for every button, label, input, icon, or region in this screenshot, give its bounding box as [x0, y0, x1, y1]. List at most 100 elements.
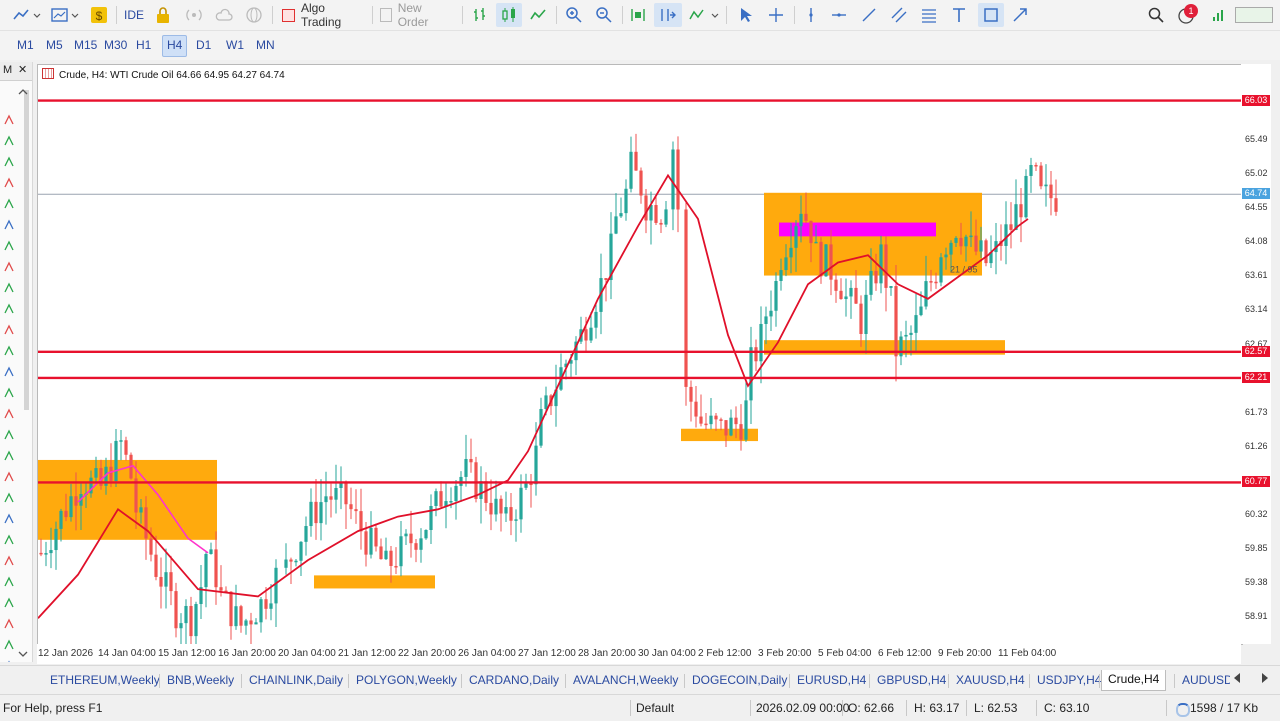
candle-body [914, 315, 918, 333]
candle-body [39, 552, 43, 555]
price-tick: 63.61 [1245, 270, 1268, 281]
candle-body [249, 620, 253, 625]
candle-body [69, 496, 73, 518]
candle-body [1054, 198, 1058, 212]
price-tick: 61.26 [1245, 440, 1268, 451]
algo-trading-button[interactable]: Algo Trading [278, 1, 368, 29]
candle-body [214, 549, 218, 588]
text-tool-button[interactable] [948, 3, 970, 27]
chart-tab[interactable]: EURUSD,H4 [797, 670, 866, 690]
indicators-dropdown[interactable] [686, 3, 722, 27]
chart-area[interactable]: 21 / 95 [37, 64, 1243, 645]
price-axis[interactable]: 65.49 65.02 64.55 64.08 63.61 63.14 62.67 61.73… [1241, 64, 1271, 644]
vps-button[interactable] [212, 3, 236, 27]
tabs-scroll-right-icon[interactable] [1260, 672, 1270, 687]
strategy-tester-button[interactable] [152, 3, 174, 27]
candle-body [799, 213, 803, 227]
channel-button[interactable] [888, 3, 910, 27]
price-tick: 64.55 [1245, 202, 1268, 213]
zoom-out-icon [596, 7, 612, 23]
chart-tab[interactable]: AVALANCH,Weekly [573, 670, 678, 690]
chart-tab[interactable]: Crude,H4 [1101, 670, 1167, 691]
bar-chart-button[interactable] [468, 3, 492, 27]
chart-tab[interactable]: CARDANO,Daily [469, 670, 559, 690]
timeframe-d1[interactable]: D1 [192, 35, 215, 55]
timeframe-m1[interactable]: M1 [13, 35, 38, 55]
chart-tab[interactable]: BNB,Weekly [167, 670, 234, 690]
candle-body [829, 244, 833, 280]
crosshair-button[interactable] [764, 3, 788, 27]
candle-body [229, 591, 233, 627]
candlestick-button[interactable] [496, 3, 522, 27]
navigator-header: M ✕ [0, 62, 32, 81]
tile-windows-button[interactable] [626, 3, 650, 27]
timeframe-m30[interactable]: M30 [100, 35, 131, 55]
templates-dropdown[interactable] [48, 3, 82, 27]
shapes-button[interactable] [978, 3, 1004, 27]
cursor-button[interactable] [734, 3, 758, 27]
tabs-scroll-left-icon[interactable] [1232, 672, 1242, 687]
chart-tab[interactable]: XAUUSD,H4 [956, 670, 1025, 690]
auto-scroll-button[interactable] [654, 3, 682, 27]
search-button[interactable] [1144, 3, 1168, 27]
time-axis[interactable]: 12 Jan 2026 14 Jan 04:00 15 Jan 12:00 16 Ja… [37, 644, 1241, 664]
candle-body [639, 170, 643, 196]
timeframe-m15[interactable]: M15 [70, 35, 101, 55]
notifications-button[interactable]: 1 [1174, 3, 1200, 27]
price-chart[interactable]: 21 / 95 [38, 65, 1242, 644]
candle-body [984, 240, 988, 264]
chart-tab[interactable]: USDJPY,H4 [1037, 670, 1101, 690]
candle-body [369, 527, 373, 555]
candle-body [724, 420, 728, 436]
candle-body [309, 501, 313, 527]
candle-body [619, 213, 623, 217]
arrows-button[interactable] [1008, 3, 1032, 27]
chart-tab[interactable]: POLYGON,Weekly [356, 670, 457, 690]
text-icon [953, 8, 965, 22]
timeframe-h4[interactable]: H4 [162, 35, 188, 57]
candle-body [144, 507, 148, 539]
market-button[interactable] [242, 3, 266, 27]
candle-body [499, 498, 503, 514]
account-balance-bar[interactable] [1234, 3, 1274, 27]
timeframe-w1[interactable]: W1 [222, 35, 248, 55]
fibonacci-button[interactable] [918, 3, 940, 27]
candle-body [259, 599, 263, 623]
signals-button[interactable] [182, 3, 206, 27]
new-order-button[interactable]: New Order [376, 1, 454, 29]
arrow-icon [1013, 8, 1027, 22]
navigator-scroll-up-icon[interactable] [18, 86, 28, 96]
cursor-readout: 21 / 95 [950, 265, 978, 275]
vertical-line-button[interactable] [800, 3, 822, 27]
trendline-button[interactable] [858, 3, 880, 27]
order-icon [380, 8, 392, 22]
market-watch-button[interactable]: $ [88, 3, 110, 27]
chart-tab[interactable]: DOGECOIN,Daily [692, 670, 787, 690]
chart-tab[interactable]: CHAINLINK,Daily [249, 670, 343, 690]
timeframe-m5[interactable]: M5 [42, 35, 67, 55]
navigator-item-icon [4, 555, 14, 566]
chart-type-dropdown[interactable] [10, 3, 44, 27]
navigator-scroll-down-icon[interactable] [18, 648, 28, 658]
notification-badge: 1 [1184, 4, 1198, 18]
candle-body [794, 226, 798, 248]
candle-body [384, 550, 388, 560]
chart-tab[interactable]: AUDUSD,H [1182, 670, 1230, 690]
time-tick: 6 Feb 12:00 [878, 648, 932, 659]
chart-tab[interactable]: ETHEREUM,Weekly [50, 670, 160, 690]
horizontal-line-button[interactable] [828, 3, 850, 27]
navigator-close-icon[interactable]: ✕ [18, 63, 27, 76]
ide-button[interactable]: IDE [120, 3, 148, 27]
line-chart-button[interactable] [526, 3, 550, 27]
connection-status[interactable] [1208, 3, 1230, 27]
candle-body [894, 286, 898, 357]
stop-icon [282, 8, 295, 22]
timeframe-mn[interactable]: MN [252, 35, 279, 55]
status-profile[interactable]: Default [636, 701, 674, 715]
zoom-in-button[interactable] [562, 3, 586, 27]
chart-tab[interactable]: GBPUSD,H4 [877, 670, 946, 690]
timeframe-h1[interactable]: H1 [132, 35, 155, 55]
zoom-out-button[interactable] [592, 3, 616, 27]
candle-body [634, 151, 638, 171]
time-tick: 12 Jan 2026 [38, 648, 94, 659]
